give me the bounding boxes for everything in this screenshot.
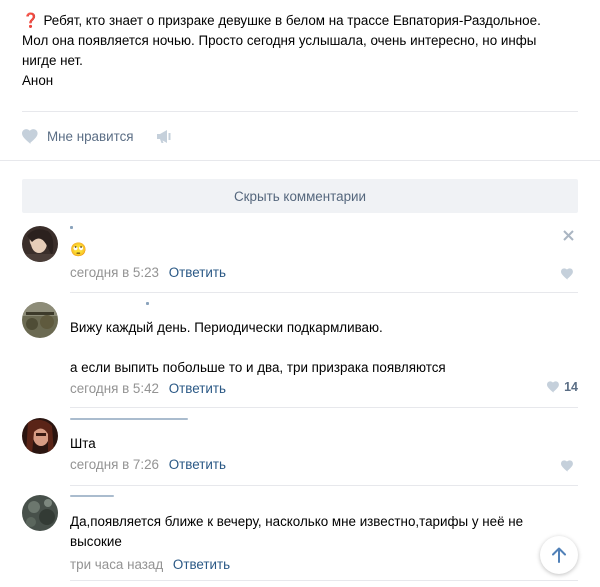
comment-author[interactable] (70, 302, 570, 310)
comment-line: Да,появляется ближе к вечеру, насколько … (70, 514, 524, 529)
avatar-photo (22, 495, 58, 531)
comment-line: Шта (70, 436, 96, 451)
comment-line (70, 338, 570, 358)
post-line: Мол она появляется ночью. Просто сегодня… (22, 33, 537, 48)
divider (70, 292, 578, 293)
comment-body: Вижу каждый день. Периодически подкармли… (70, 302, 570, 398)
comment: 🙄 сегодня в 5:23 Ответить (22, 226, 578, 286)
comment-text: Вижу каждый день. Периодически подкармли… (70, 318, 570, 378)
divider (22, 111, 578, 112)
avatar-photo (22, 418, 58, 454)
avatar-photo (22, 302, 58, 338)
comment-text: 🙄 (70, 240, 570, 260)
comment-text: Шта (70, 434, 570, 454)
close-icon[interactable] (563, 228, 574, 246)
comment-like-button[interactable]: 14 (547, 380, 578, 394)
comment-line: Вижу каждый день. Периодически подкармли… (70, 320, 383, 335)
comment-meta: сегодня в 5:42 Ответить (70, 380, 570, 398)
comment-like-count: 14 (564, 380, 578, 394)
megaphone-icon (156, 129, 171, 143)
post-text: ❓ Ребят, кто знает о призраке девушке в б… (22, 10, 582, 91)
comment: Да,появляется ближе к вечеру, насколько … (22, 495, 578, 575)
comment-author[interactable] (70, 226, 570, 234)
divider (70, 580, 578, 581)
avatar[interactable] (22, 495, 58, 531)
like-label: Мне нравится (47, 128, 134, 144)
comment-text: Да,появляется ближе к вечеру, насколько … (70, 512, 570, 552)
comment-author[interactable] (70, 418, 570, 426)
comment-like-button[interactable] (561, 460, 578, 472)
heart-icon (561, 268, 573, 280)
arrow-up-icon (552, 547, 566, 563)
heart-icon (22, 128, 38, 144)
scroll-to-top-button[interactable] (540, 536, 578, 574)
comment-meta: три часа назад Ответить (70, 556, 570, 574)
avatar[interactable] (22, 418, 58, 454)
divider (70, 485, 578, 486)
comment-body: Шта сегодня в 7:26 Ответить (70, 418, 570, 474)
post-actions: Мне нравится (22, 126, 172, 146)
comment: Вижу каждый день. Периодически подкармли… (22, 302, 578, 402)
comment-time[interactable]: сегодня в 7:26 (70, 457, 159, 472)
reply-link[interactable]: Ответить (169, 457, 226, 472)
comment-meta: сегодня в 7:26 Ответить (70, 456, 570, 474)
heart-icon (561, 460, 573, 472)
reply-link[interactable]: Ответить (173, 557, 230, 572)
comment-time[interactable]: три часа назад (70, 557, 163, 572)
comment: Шта сегодня в 7:26 Ответить (22, 418, 578, 478)
post-line: ❓ Ребят, кто знает о призраке девушке в б… (22, 12, 541, 28)
question-mark-icon: ❓ (22, 12, 40, 28)
divider (70, 407, 578, 408)
comment-author[interactable] (70, 495, 570, 503)
divider (0, 160, 600, 161)
comment-time[interactable]: сегодня в 5:42 (70, 381, 159, 396)
reply-link[interactable]: Ответить (169, 265, 226, 280)
reply-link[interactable]: Ответить (169, 381, 226, 396)
comment-line: а если выпить побольше то и два, три при… (70, 360, 446, 375)
avatar[interactable] (22, 226, 58, 262)
comment-body: Да,появляется ближе к вечеру, насколько … (70, 495, 570, 574)
comment-body: 🙄 сегодня в 5:23 Ответить (70, 226, 570, 282)
comment-like-button[interactable] (561, 268, 578, 280)
post-line: нигде нет. (22, 53, 83, 68)
comment-line: высокие (70, 534, 122, 549)
like-button[interactable]: Мне нравится (22, 129, 134, 144)
hide-comments-button[interactable]: Скрыть комментарии (22, 179, 578, 213)
comment-meta: сегодня в 5:23 Ответить (70, 264, 570, 282)
share-button[interactable] (156, 129, 172, 144)
avatar-photo (22, 229, 58, 262)
post-line: Анон (22, 73, 54, 88)
hide-comments-label: Скрыть комментарии (234, 188, 366, 204)
comment-time[interactable]: сегодня в 5:23 (70, 265, 159, 280)
rolling-eyes-emoji: 🙄 (70, 242, 87, 257)
heart-icon (547, 381, 560, 393)
avatar[interactable] (22, 302, 58, 338)
